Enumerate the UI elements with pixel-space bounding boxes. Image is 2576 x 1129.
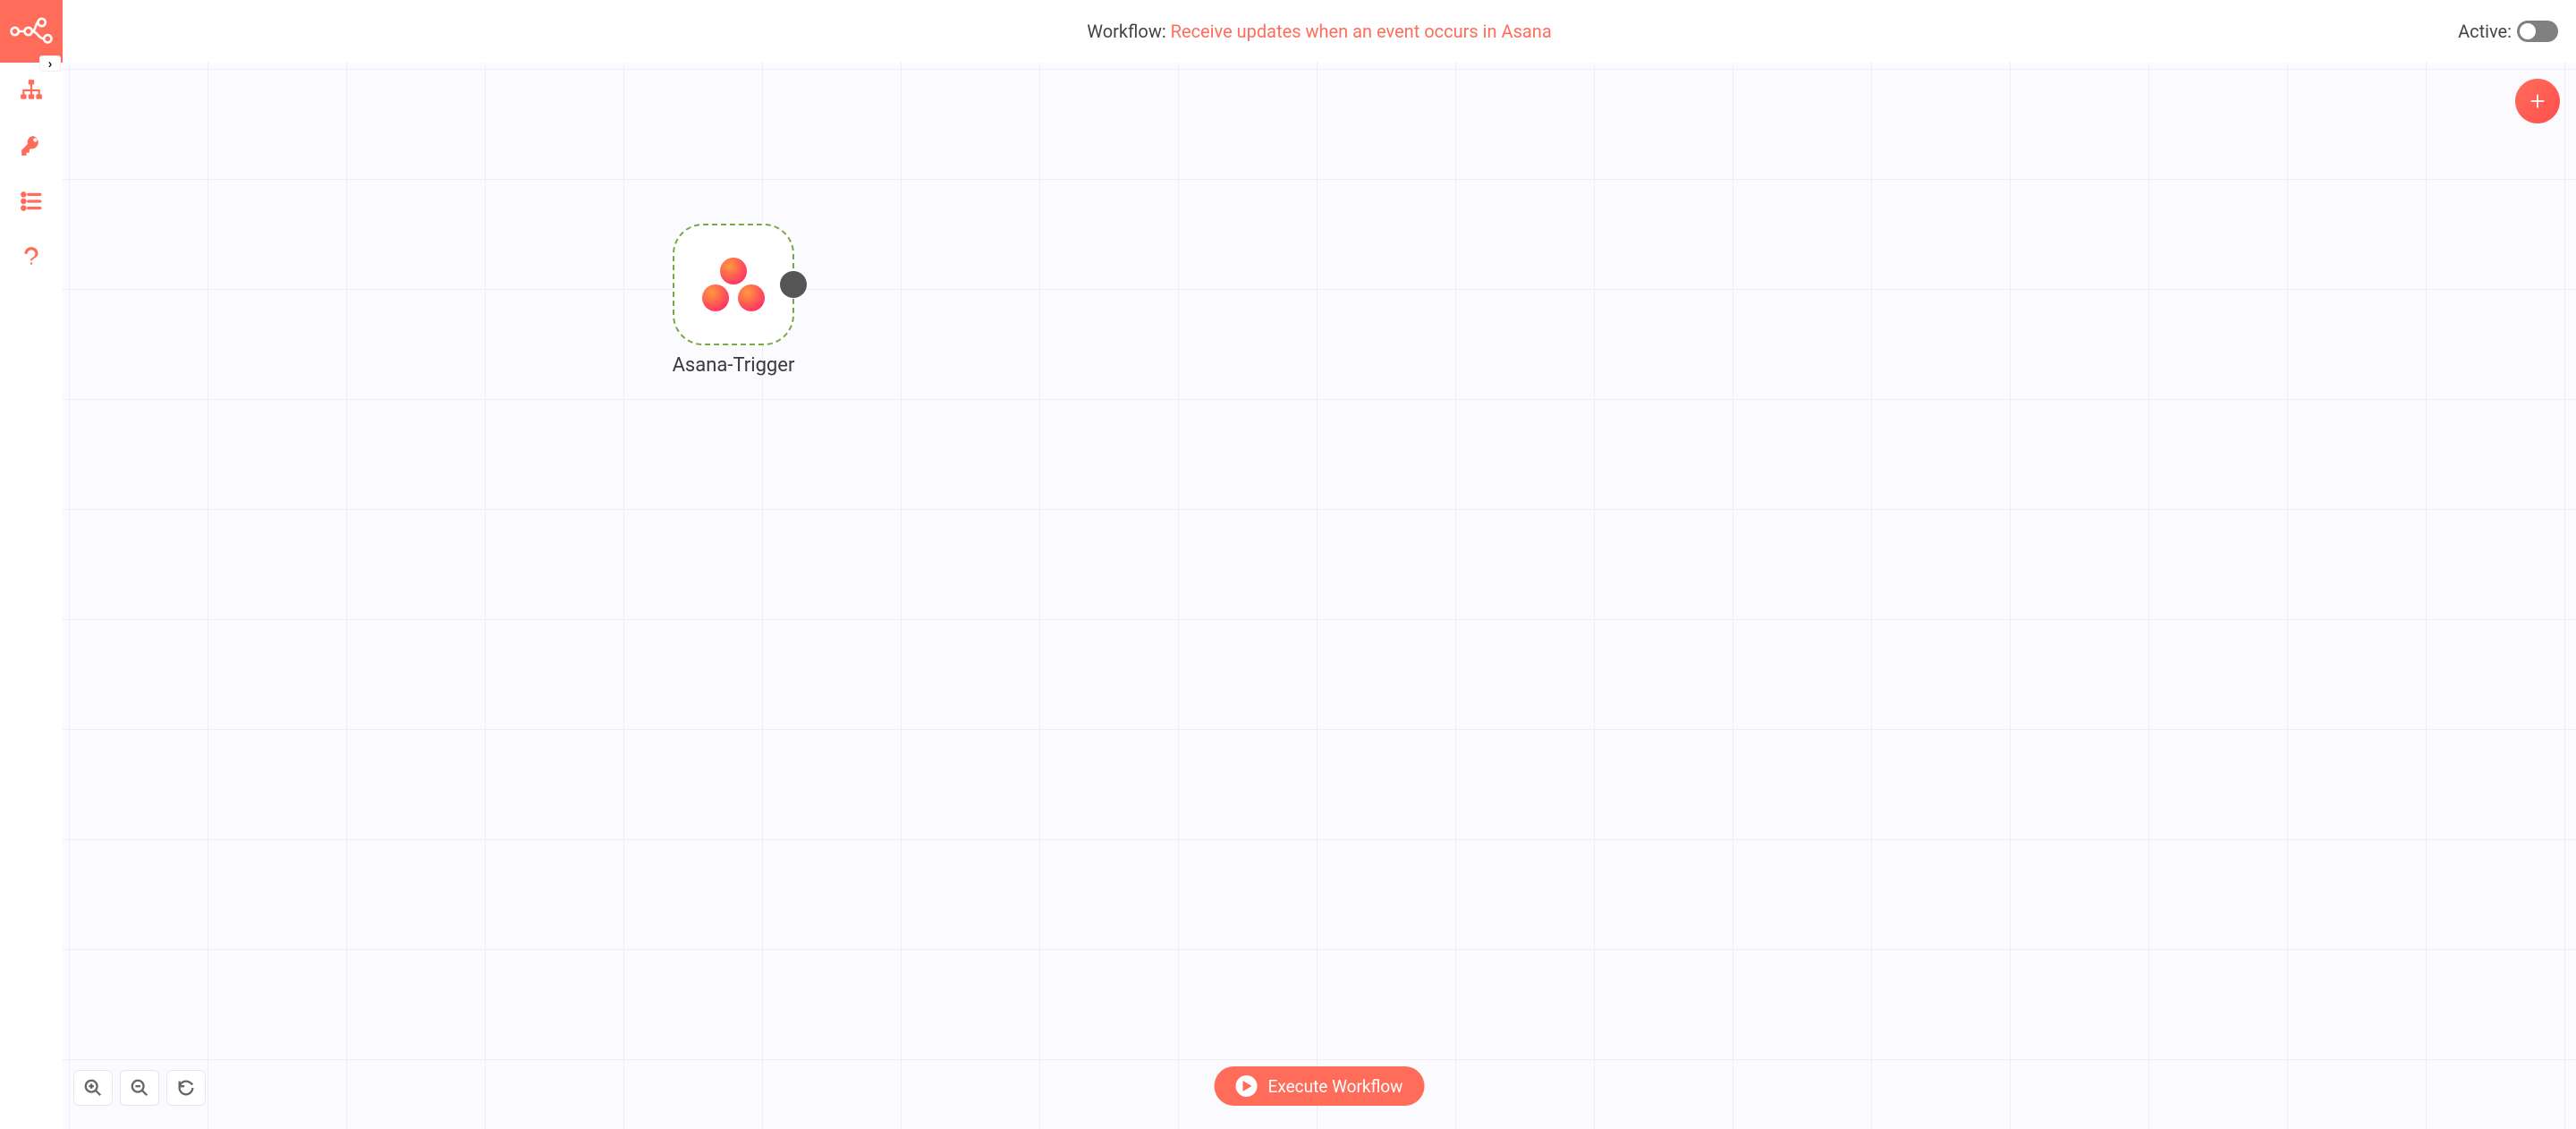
sidebar-expand-button[interactable]: › — [39, 55, 61, 72]
zoom-out-button[interactable] — [120, 1070, 159, 1106]
plus-icon — [2528, 91, 2547, 111]
sidebar-item-executions[interactable] — [0, 174, 63, 229]
zoom-in-icon — [83, 1078, 103, 1098]
node-asana-trigger[interactable]: Asana-Trigger — [644, 224, 823, 377]
list-icon — [20, 190, 43, 213]
app-logo[interactable]: › — [0, 0, 63, 63]
workflow-name[interactable]: Receive updates when an event occurs in … — [1171, 21, 1552, 42]
key-icon — [20, 134, 43, 157]
node-body[interactable] — [673, 224, 794, 345]
play-icon — [1236, 1075, 1258, 1097]
zoom-in-button[interactable] — [73, 1070, 113, 1106]
header: Workflow: Receive updates when an event … — [63, 0, 2576, 63]
add-node-button[interactable] — [2515, 79, 2560, 123]
active-toggle[interactable] — [2517, 21, 2558, 42]
sidebar-item-credentials[interactable] — [0, 118, 63, 174]
sidebar: › — [0, 0, 63, 1129]
main-area: Workflow: Receive updates when an event … — [63, 0, 2576, 1129]
workflow-title: Workflow: Receive updates when an event … — [1087, 21, 1551, 42]
active-label: Active: — [2458, 21, 2512, 42]
sitemap-icon — [20, 79, 43, 102]
execute-workflow-button[interactable]: Execute Workflow — [1215, 1066, 1425, 1106]
workflow-canvas[interactable]: Asana-Trigger Execute Workflow — [63, 63, 2576, 1129]
execute-label: Execute Workflow — [1268, 1076, 1403, 1097]
node-label: Asana-Trigger — [644, 354, 823, 377]
asana-icon — [702, 258, 765, 311]
n8n-logo-icon — [9, 16, 54, 47]
chevron-right-icon: › — [48, 55, 53, 72]
node-output-port[interactable] — [780, 271, 807, 298]
zoom-reset-button[interactable] — [166, 1070, 206, 1106]
sidebar-item-help[interactable] — [0, 229, 63, 284]
zoom-out-icon — [130, 1078, 149, 1098]
zoom-controls — [73, 1070, 206, 1106]
question-icon — [20, 245, 43, 268]
active-toggle-group: Active: — [2458, 0, 2558, 63]
workflow-title-prefix: Workflow: — [1087, 21, 1170, 42]
reset-icon — [176, 1078, 196, 1098]
